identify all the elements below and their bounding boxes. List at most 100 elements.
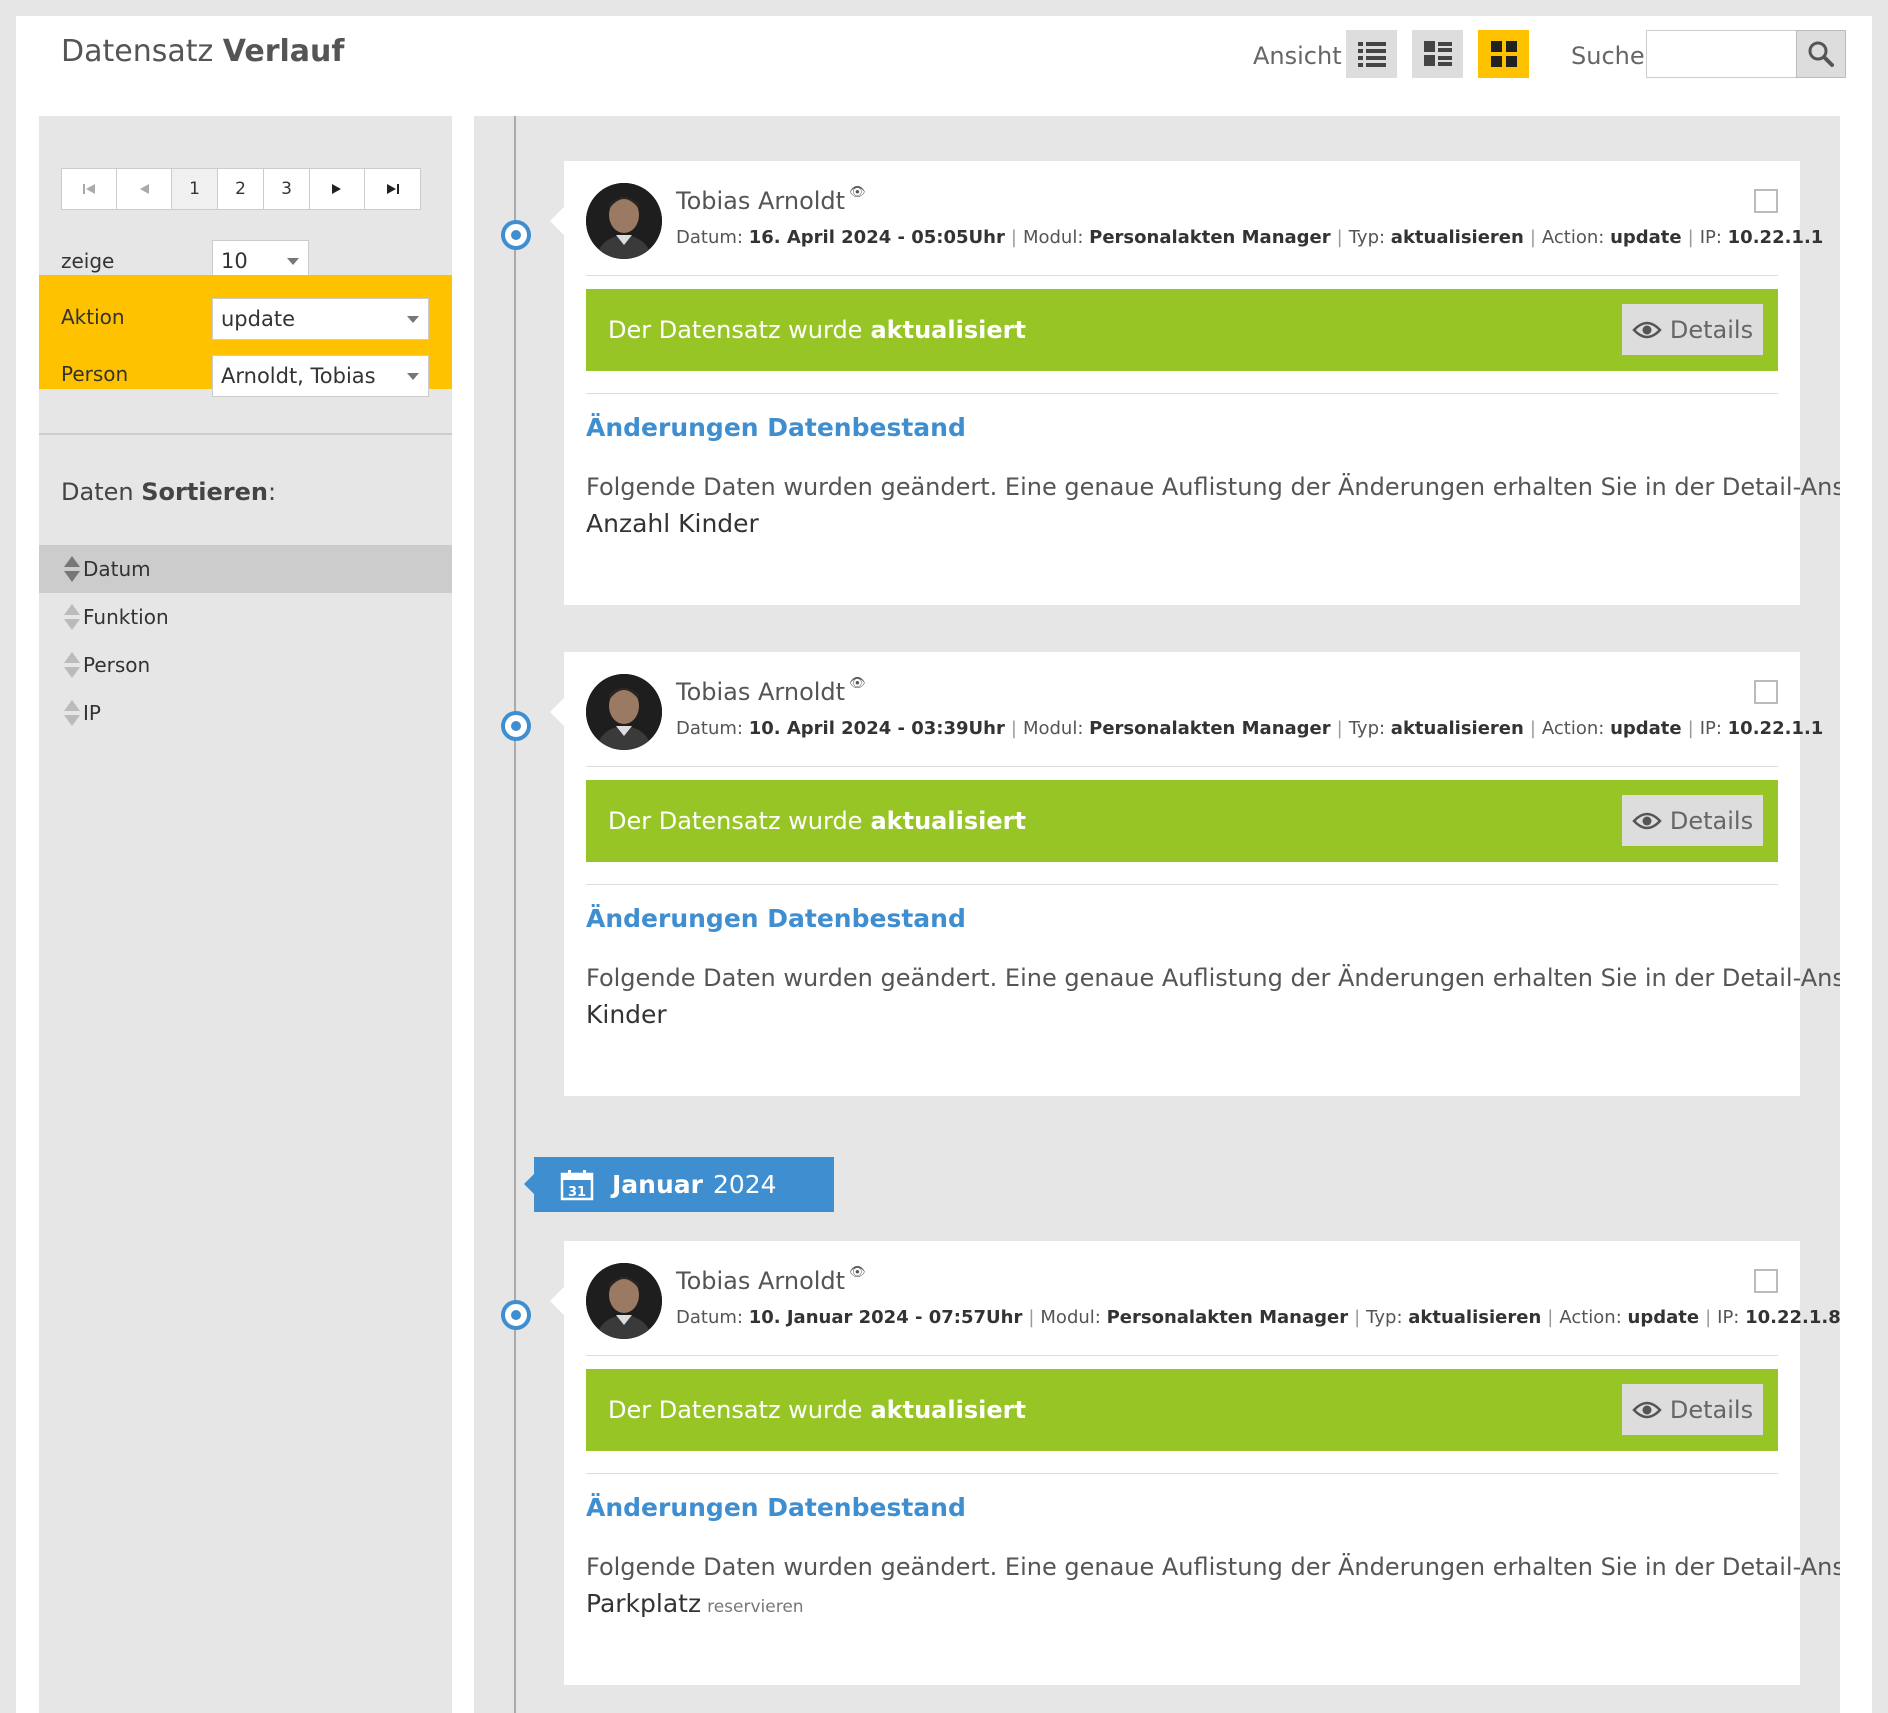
separator: | [1687, 718, 1694, 739]
entry-action: update [1610, 718, 1682, 739]
search-input[interactable] [1646, 30, 1796, 78]
changes-text: Folgende Daten wurden geändert. Eine gen… [586, 964, 1840, 992]
author-name: Tobias Arnoldt [676, 678, 846, 706]
search-icon [1808, 41, 1834, 67]
month-marker: 31 Januar 2024 [524, 1157, 834, 1212]
entry-type: aktualisieren [1390, 718, 1524, 739]
sort-item-ip[interactable]: IP [39, 689, 452, 737]
status-banner: Der Datensatz wurde aktualisiert Details [586, 1369, 1778, 1451]
separator: | [1687, 227, 1694, 248]
entry-author: Tobias Arnoldt 👁 [676, 1265, 866, 1295]
chevron-down-icon [407, 316, 419, 323]
changes-text: Folgende Daten wurden geändert. Eine gen… [586, 473, 1840, 501]
avatar [586, 1263, 662, 1339]
eye-icon[interactable]: 👁 [849, 1265, 866, 1280]
entry-date: 16. April 2024 - 05:05Uhr [748, 227, 1005, 248]
timeline-dot [501, 711, 531, 741]
user-photo-icon [586, 1263, 662, 1339]
last-page-button[interactable] [365, 169, 420, 209]
banner-text: Der Datensatz wurde [608, 316, 863, 344]
eye-icon[interactable]: 👁 [849, 676, 866, 691]
divider [586, 1355, 1778, 1356]
sort-item-funktion[interactable]: Funktion [39, 593, 452, 641]
sort-icon [64, 652, 80, 678]
details-button[interactable]: Details [1622, 795, 1763, 846]
eye-icon [1632, 812, 1662, 829]
entry-date: 10. April 2024 - 03:39Uhr [748, 718, 1005, 739]
view-label: Ansicht [1253, 42, 1342, 70]
view-grid-button[interactable] [1478, 30, 1529, 78]
changes-title: Änderungen Datenbestand [586, 1493, 966, 1522]
banner-text: Der Datensatz wurde [608, 807, 863, 835]
page-3-button[interactable]: 3 [264, 169, 310, 209]
eye-icon[interactable]: 👁 [849, 185, 866, 200]
entry-checkbox[interactable] [1754, 680, 1778, 704]
ip-label: IP: [1699, 227, 1722, 248]
entry-author: Tobias Arnoldt 👁 [676, 185, 866, 215]
sort-title-light: Daten [61, 478, 134, 506]
show-label: zeige [61, 249, 115, 273]
separator: | [1354, 1307, 1361, 1328]
entry-module: Personalakten Manager [1106, 1307, 1349, 1328]
search-button[interactable] [1796, 30, 1846, 78]
view-detail-list-button[interactable] [1412, 30, 1463, 78]
view-list-button[interactable] [1346, 30, 1397, 78]
sort-item-datum[interactable]: Datum [39, 545, 452, 593]
banner-word: aktualisiert [870, 1396, 1026, 1424]
calendar-icon: 31 [560, 1169, 594, 1200]
typ-label: Typ: [1348, 227, 1386, 248]
grid-icon [1490, 41, 1517, 67]
page-title: Datensatz Verlauf [61, 34, 344, 69]
page-1-button[interactable]: 1 [172, 169, 218, 209]
first-page-button[interactable] [62, 169, 117, 209]
timeline-entry: Tobias Arnoldt 👁 Datum: 10. April 2024 - … [550, 652, 1840, 1096]
details-button[interactable]: Details [1622, 304, 1763, 355]
datum-label: Datum: [676, 227, 743, 248]
ip-label: IP: [1699, 718, 1722, 739]
separator: | [1336, 227, 1343, 248]
typ-label: Typ: [1348, 718, 1386, 739]
calendar-day: 31 [568, 1185, 586, 1200]
modul-label: Modul: [1022, 227, 1084, 248]
prev-page-button[interactable] [117, 169, 172, 209]
entry-meta: Datum: 10. April 2024 - 03:39Uhr | Modul: … [676, 718, 1823, 739]
separator: | [1547, 1307, 1554, 1328]
changes-title: Änderungen Datenbestand [586, 413, 966, 442]
sort-icon [64, 700, 80, 726]
entry-meta: Datum: 10. Januar 2024 - 07:57Uhr | Modul:… [676, 1307, 1840, 1328]
datum-label: Datum: [676, 1307, 743, 1328]
details-button[interactable]: Details [1622, 1384, 1763, 1435]
action-meta-label: Action: [1541, 227, 1605, 248]
entry-checkbox[interactable] [1754, 189, 1778, 213]
separator: | [1010, 227, 1017, 248]
page-2-button[interactable]: 2 [218, 169, 264, 209]
title-light: Datensatz [61, 34, 214, 69]
chevron-down-icon [287, 258, 299, 265]
chevron-down-icon [407, 373, 419, 380]
sort-item-label: Datum [83, 557, 151, 581]
timeline: Tobias Arnoldt 👁 Datum: 16. April 2024 - … [474, 116, 1840, 1713]
divider [586, 1473, 1778, 1474]
list-icon [1357, 42, 1386, 67]
search-label: Suche [1571, 42, 1645, 70]
action-value: update [221, 307, 295, 331]
changed-field: Kinder [586, 1000, 673, 1029]
sort-item-person[interactable]: Person [39, 641, 452, 689]
field-note: reservieren [707, 1597, 804, 1617]
next-page-button[interactable] [310, 169, 365, 209]
entry-action: update [1627, 1307, 1700, 1328]
person-select[interactable]: Arnoldt, Tobias [212, 355, 429, 397]
eye-icon [1632, 1401, 1662, 1418]
sort-title-bold: Sortieren [141, 478, 269, 506]
divider [586, 393, 1778, 394]
timeline-entry: Tobias Arnoldt 👁 Datum: 10. Januar 2024 -… [550, 1241, 1840, 1685]
status-banner: Der Datensatz wurde aktualisiert Details [586, 780, 1778, 862]
timeline-entry: Tobias Arnoldt 👁 Datum: 16. April 2024 - … [550, 161, 1840, 605]
user-photo-icon [586, 183, 662, 259]
author-name: Tobias Arnoldt [676, 1267, 846, 1295]
entry-module: Personalakten Manager [1089, 227, 1331, 248]
action-select[interactable]: update [212, 298, 429, 340]
sort-icon [64, 604, 80, 630]
entry-checkbox[interactable] [1754, 1269, 1778, 1293]
field-name: Parkplatz [586, 1589, 702, 1618]
